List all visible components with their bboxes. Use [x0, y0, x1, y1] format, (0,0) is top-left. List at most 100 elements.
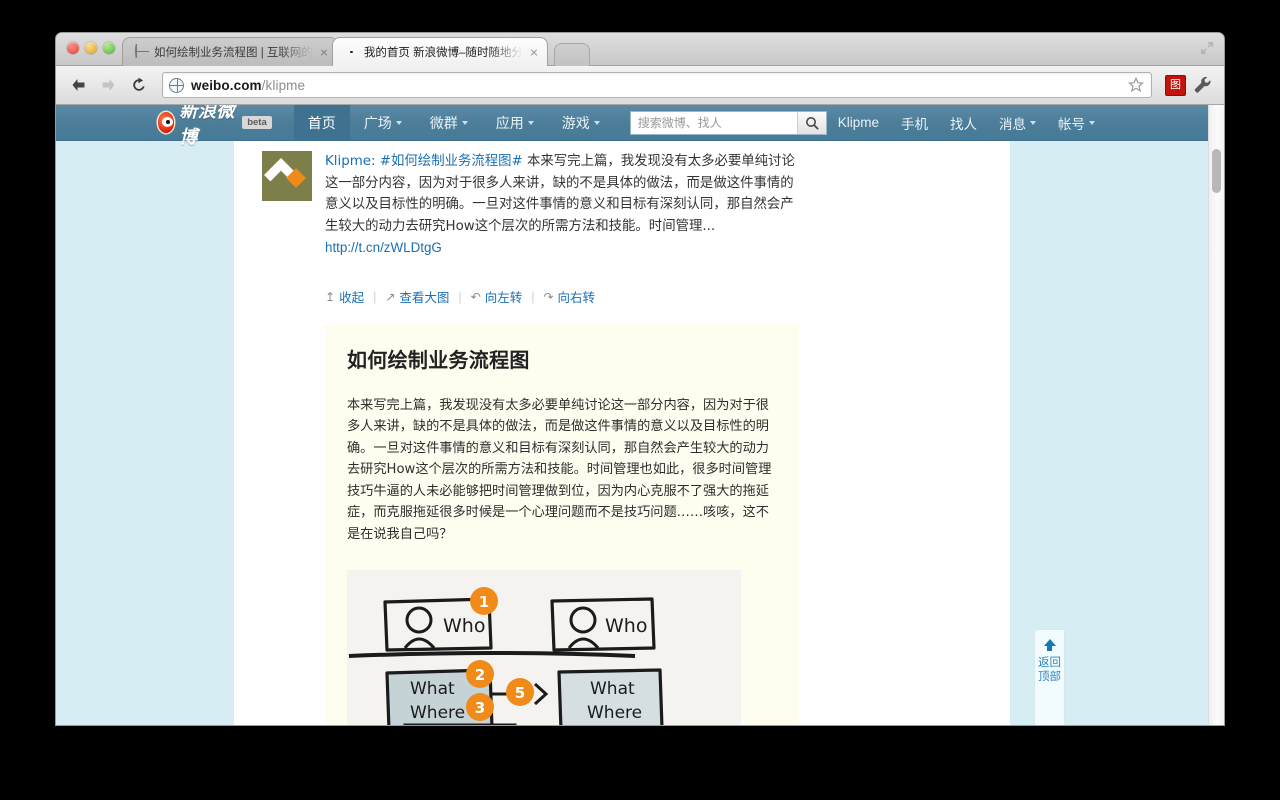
- chevron-down-icon: [1030, 120, 1036, 125]
- globe-icon: [135, 44, 149, 59]
- search-input[interactable]: [630, 112, 797, 133]
- back-to-top-label: 返回顶部: [1038, 657, 1061, 683]
- minimize-button[interactable]: [85, 42, 97, 54]
- article-image[interactable]: 如何绘制业务流程图 本来写完上篇，我发现没有太多必要单纯讨论这一部分内容，因为对…: [325, 323, 799, 725]
- browser-toolbar: weibo.com/klipme 图: [56, 66, 1224, 105]
- article-paragraph: 本来写完上篇，我发现没有太多必要单纯讨论这一部分内容，因为对于很多人来讲，缺的不…: [347, 397, 772, 543]
- url-path: /klipme: [261, 77, 306, 93]
- nav-label: 广场: [363, 114, 392, 131]
- forward-arrow-icon: [102, 79, 115, 91]
- browser-window: 如何绘制业务流程图 | 互联网的 我的首页 新浪微博–随时随地分 weibo.c…: [56, 33, 1224, 725]
- collapse-icon: ↥: [325, 289, 336, 304]
- weibo-icon: [345, 45, 359, 59]
- extension-icon: 图: [1165, 75, 1186, 96]
- nav-item-groups[interactable]: 微群: [416, 105, 482, 140]
- nav-label: 找人: [950, 116, 977, 132]
- expand-icon: ↗: [385, 289, 396, 304]
- weibo-navbar: 新浪微博 beta 首页 广场 微群 应用 游戏 搜索微博、找人 Klipme …: [56, 105, 1224, 148]
- rotate-left-icon: ↶: [470, 289, 481, 304]
- close-icon[interactable]: [317, 45, 331, 59]
- menu-button[interactable]: [1190, 73, 1214, 97]
- svg-text:Who: Who: [605, 615, 647, 637]
- rotate-left-button[interactable]: ↶ 向左转: [471, 287, 523, 306]
- close-icon[interactable]: [527, 45, 541, 59]
- globe-icon: [169, 77, 184, 93]
- nav-label: 消息: [999, 116, 1026, 132]
- weibo-main-menu: 首页 广场 微群 应用 游戏: [293, 105, 614, 140]
- url-host: weibo.com: [191, 77, 262, 93]
- svg-text:What: What: [590, 679, 635, 699]
- page-scrollbar[interactable]: [1208, 105, 1224, 725]
- page-viewport: 9 来自新浪微博 Klipme: #如何绘制业务流程图# 本来写完上篇，我发现没…: [56, 105, 1224, 725]
- nav-label: 帐号: [1058, 116, 1085, 132]
- svg-text:Where: Where: [587, 703, 642, 723]
- nav-label: 首页: [307, 114, 336, 131]
- post-short-link[interactable]: http://t.cn/zWLDtgG: [325, 237, 799, 259]
- image-card: ↥ 收起 | ↗ 查看大图 | ↶ 向左转 | ↷ 向右转 如何绘制业务流程图 …: [325, 284, 799, 725]
- avatar[interactable]: [262, 151, 312, 201]
- weibo-logo-text: 新浪微博: [179, 105, 235, 148]
- nav-label: 游戏: [561, 114, 590, 131]
- weibo-logo[interactable]: 新浪微博 beta: [158, 105, 272, 149]
- svg-text:What: What: [410, 679, 455, 699]
- svg-text:5: 5: [515, 684, 525, 702]
- search-button[interactable]: [796, 111, 826, 134]
- collapse-button[interactable]: ↥ 收起: [325, 287, 364, 306]
- nav-item-account[interactable]: 帐号: [1047, 105, 1106, 140]
- address-bar[interactable]: weibo.com/klipme: [162, 72, 1152, 98]
- back-button[interactable]: [66, 72, 92, 98]
- browser-tab-2[interactable]: 我的首页 新浪微博–随时随地分: [331, 37, 548, 66]
- divider: |: [531, 289, 535, 304]
- rotate-right-label: 向右转: [557, 291, 596, 305]
- rotate-left-label: 向左转: [484, 291, 523, 305]
- forward-button[interactable]: [96, 72, 122, 98]
- star-icon[interactable]: [1128, 77, 1144, 93]
- rotate-right-button[interactable]: ↷ 向右转: [543, 287, 595, 306]
- post-text: Klipme: #如何绘制业务流程图# 本来写完上篇，我发现没有太多必要单纯讨论…: [325, 151, 799, 237]
- nav-label: 应用: [495, 114, 524, 131]
- reload-button[interactable]: [126, 72, 152, 98]
- view-large-button[interactable]: ↗ 查看大图: [385, 287, 449, 306]
- nav-item-mobile[interactable]: 手机: [890, 105, 939, 140]
- post-author-link[interactable]: Klipme:: [325, 154, 376, 169]
- search-icon: [805, 116, 819, 129]
- nav-label: 手机: [901, 116, 928, 132]
- chevron-down-icon: [395, 120, 402, 125]
- divider: |: [458, 289, 462, 304]
- nav-item-apps[interactable]: 应用: [482, 105, 548, 140]
- back-to-top-button[interactable]: 返回顶部: [1034, 629, 1065, 725]
- chevron-down-icon: [461, 120, 468, 125]
- image-toolbar: ↥ 收起 | ↗ 查看大图 | ↶ 向左转 | ↷ 向右转: [325, 284, 799, 310]
- scrollbar-thumb[interactable]: [1212, 149, 1221, 193]
- url-text: weibo.com/klipme: [191, 78, 305, 93]
- post-topic-link[interactable]: #如何绘制业务流程图#: [380, 154, 523, 169]
- new-tab-button[interactable]: [553, 43, 590, 66]
- zoom-button[interactable]: [103, 42, 115, 54]
- svg-text:2: 2: [475, 666, 485, 684]
- wrench-icon: [1194, 76, 1211, 93]
- nav-item-square[interactable]: 广场: [350, 105, 416, 140]
- chevron-down-icon: [593, 120, 600, 125]
- chevron-down-icon: [1089, 120, 1095, 125]
- nav-item-klipme[interactable]: Klipme: [827, 105, 890, 140]
- divider: |: [373, 289, 377, 304]
- tab-title: 我的首页 新浪微博–随时随地分: [363, 47, 523, 59]
- maximize-icon[interactable]: [1198, 39, 1216, 57]
- up-arrow-icon: [1043, 639, 1056, 646]
- nav-item-home[interactable]: 首页: [293, 105, 350, 140]
- nav-item-find-people[interactable]: 找人: [939, 105, 988, 140]
- window-traffic-lights: [67, 42, 115, 54]
- chevron-down-icon: [527, 120, 534, 125]
- nav-item-messages[interactable]: 消息: [988, 105, 1047, 140]
- beta-badge: beta: [242, 116, 272, 129]
- weibo-post: Klipme: #如何绘制业务流程图# 本来写完上篇，我发现没有太多必要单纯讨论…: [262, 151, 1010, 725]
- search-box: [629, 110, 827, 135]
- up-arrow-stem: [1047, 646, 1052, 651]
- extension-button[interactable]: 图: [1163, 73, 1187, 97]
- collapse-label: 收起: [339, 291, 365, 305]
- back-arrow-icon: [72, 79, 85, 91]
- nav-item-games[interactable]: 游戏: [548, 105, 614, 140]
- close-button[interactable]: [67, 42, 79, 54]
- content-column: 9 来自新浪微博 Klipme: #如何绘制业务流程图# 本来写完上篇，我发现没…: [234, 129, 1010, 725]
- browser-tab-1[interactable]: 如何绘制业务流程图 | 互联网的: [122, 37, 338, 66]
